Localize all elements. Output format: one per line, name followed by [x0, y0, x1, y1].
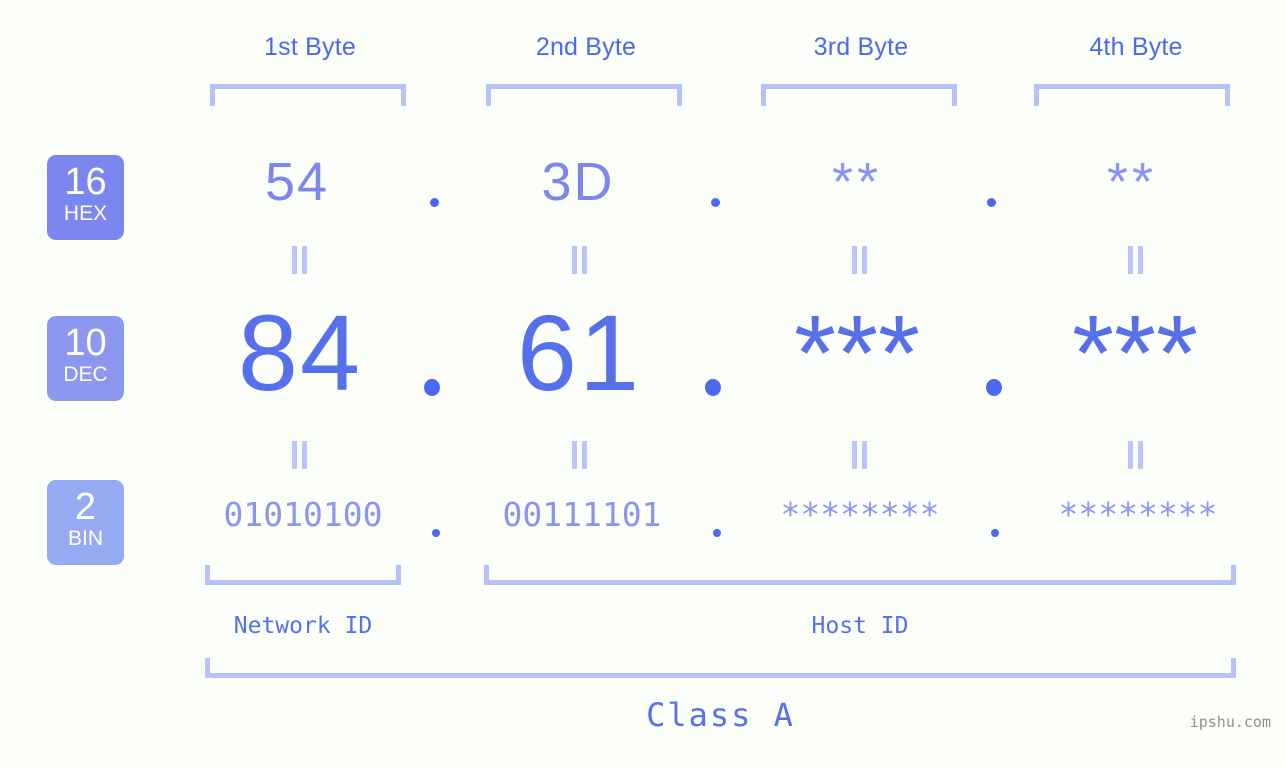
base-badge-hex-name: HEX: [63, 202, 108, 225]
watermark: ipshu.com: [1189, 713, 1271, 731]
base-badge-bin-number: 2: [74, 486, 97, 528]
equals-icon-hexdec-3: [849, 246, 871, 274]
dec-byte-3: ***: [793, 292, 921, 413]
base-badge-dec-name: DEC: [63, 363, 108, 386]
dec-separator-dot-2: [705, 379, 721, 396]
equals-icon-decbin-3: [849, 441, 871, 469]
network-id-bracket: [205, 565, 401, 585]
bin-byte-4: ********: [1058, 495, 1218, 534]
hex-byte-3: **: [831, 152, 883, 212]
equals-icon-decbin-1: [289, 441, 311, 469]
dec-byte-4: ***: [1071, 292, 1199, 413]
base-badge-dec: 10 DEC: [47, 316, 124, 401]
dec-separator-dot-3: [986, 379, 1002, 396]
bin-byte-2: 00111101: [502, 495, 662, 534]
bin-separator-dot-3: [991, 529, 999, 537]
ip-byte-breakdown-diagram: 1st Byte 2nd Byte 3rd Byte 4th Byte 16 H…: [0, 0, 1285, 767]
byte-header-1: 1st Byte: [264, 33, 356, 61]
byte-bracket-2: [486, 84, 682, 106]
bin-byte-1: 01010100: [223, 495, 383, 534]
equals-icon-hexdec-4: [1125, 246, 1147, 274]
bin-separator-dot-1: [432, 529, 440, 537]
hex-byte-4: **: [1106, 152, 1158, 212]
hex-separator-dot-2: [711, 198, 720, 207]
byte-header-2: 2nd Byte: [535, 33, 637, 61]
base-badge-bin-name: BIN: [67, 527, 103, 550]
base-badge-bin: 2 BIN: [47, 480, 124, 565]
hex-byte-2: 3D: [541, 152, 615, 212]
base-badge-dec-number: 10: [64, 322, 107, 364]
dec-separator-dot-1: [424, 379, 440, 396]
class-label: Class A: [646, 696, 795, 734]
byte-header-3: 3rd Byte: [813, 33, 909, 61]
equals-icon-decbin-4: [1125, 441, 1147, 469]
hex-byte-1: 54: [264, 152, 330, 212]
hex-separator-dot-1: [430, 198, 439, 207]
equals-icon-decbin-2: [569, 441, 591, 469]
byte-bracket-3: [761, 84, 957, 106]
base-badge-hex-number: 16: [64, 161, 107, 203]
class-bracket: [205, 658, 1236, 678]
equals-icon-hexdec-2: [569, 246, 591, 274]
byte-bracket-1: [210, 84, 406, 106]
bin-byte-3: ********: [780, 495, 940, 534]
byte-header-4: 4th Byte: [1089, 33, 1183, 61]
network-id-label: Network ID: [233, 613, 373, 639]
hex-separator-dot-3: [987, 198, 996, 207]
base-badge-hex: 16 HEX: [47, 155, 124, 240]
equals-icon-hexdec-1: [289, 246, 311, 274]
dec-byte-1: 84: [237, 292, 363, 413]
byte-bracket-4: [1034, 84, 1230, 106]
dec-byte-2: 61: [516, 292, 642, 413]
bin-separator-dot-2: [713, 529, 721, 537]
host-id-label: Host ID: [811, 613, 909, 639]
host-id-bracket: [484, 565, 1236, 585]
